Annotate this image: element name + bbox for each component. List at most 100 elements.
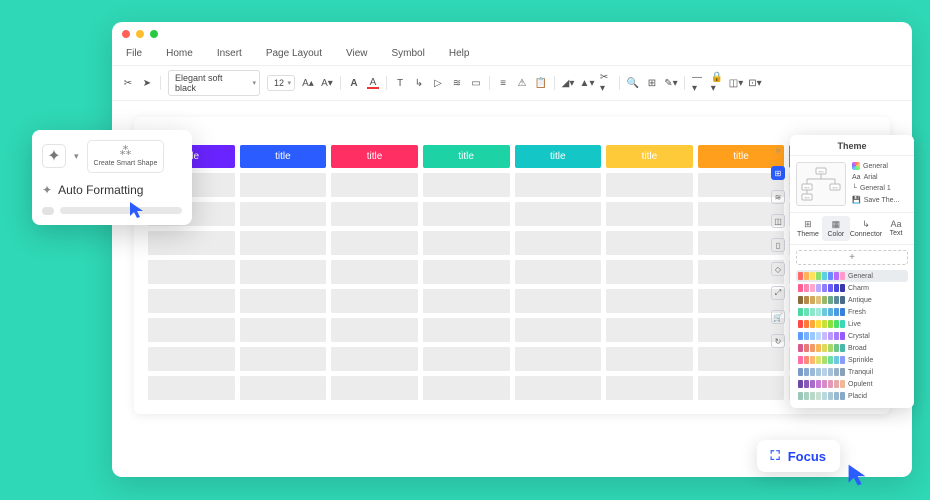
theme-thumbnail[interactable]: texttexttexttext: [796, 162, 846, 206]
crop-icon[interactable]: ✂▾: [600, 77, 612, 89]
grid-cell[interactable]: [606, 318, 693, 342]
minimize-dot[interactable]: [136, 30, 144, 38]
grid-cell[interactable]: [423, 347, 510, 371]
warning-icon[interactable]: ⚠: [516, 77, 528, 89]
grid-cell[interactable]: [423, 231, 510, 255]
text-icon[interactable]: T: [394, 77, 406, 89]
theme-row[interactable]: Live: [796, 318, 908, 330]
grid-cell[interactable]: [606, 202, 693, 226]
column-header[interactable]: title: [240, 145, 327, 168]
grid-cell[interactable]: [423, 260, 510, 284]
grid-cell[interactable]: [331, 376, 418, 400]
font-increase-icon[interactable]: A▴: [302, 77, 314, 89]
grid-cell[interactable]: [331, 260, 418, 284]
theme-row[interactable]: Antique: [796, 294, 908, 306]
grid-cell[interactable]: [515, 202, 602, 226]
grid-cell[interactable]: [423, 202, 510, 226]
grid-cell[interactable]: [148, 347, 235, 371]
grid-cell[interactable]: [148, 376, 235, 400]
grid-cell[interactable]: [240, 289, 327, 313]
auto-format-slider[interactable]: [42, 207, 182, 215]
grid-cell[interactable]: [240, 173, 327, 197]
side-cart-icon[interactable]: 🛒: [771, 310, 785, 324]
side-expand-icon[interactable]: ⤢: [771, 286, 785, 300]
column-header[interactable]: title: [515, 145, 602, 168]
side-history-icon[interactable]: ↻: [771, 334, 785, 348]
menu-symbol[interactable]: Symbol: [392, 48, 425, 59]
bold-icon[interactable]: A: [348, 77, 360, 89]
grid-cell[interactable]: [331, 318, 418, 342]
cursor-icon[interactable]: ➤: [141, 77, 153, 89]
grid-cell[interactable]: [606, 347, 693, 371]
grid-cell[interactable]: [515, 173, 602, 197]
theme-row[interactable]: Placid: [796, 390, 908, 402]
side-page-icon[interactable]: ▯: [771, 238, 785, 252]
maximize-dot[interactable]: [150, 30, 158, 38]
tab-theme[interactable]: ⊞Theme: [794, 216, 822, 241]
theme-row[interactable]: Opulent: [796, 378, 908, 390]
collapse-icon[interactable]: »: [775, 145, 781, 156]
grid-cell[interactable]: [606, 289, 693, 313]
theme-row[interactable]: Charm: [796, 282, 908, 294]
grid-cell[interactable]: [331, 231, 418, 255]
connector-icon[interactable]: ↳: [413, 77, 425, 89]
lock-icon[interactable]: 🔒▾: [711, 77, 723, 89]
theme-row[interactable]: General: [796, 270, 908, 282]
grid-cell[interactable]: [240, 376, 327, 400]
side-layers-icon[interactable]: ≋: [771, 190, 785, 204]
theme-row[interactable]: Sprinkle: [796, 354, 908, 366]
create-smart-shape-button[interactable]: ⁂ Create Smart Shape: [87, 140, 165, 173]
grid-cell[interactable]: [606, 173, 693, 197]
grid-cell[interactable]: [148, 260, 235, 284]
grid-cell[interactable]: [515, 289, 602, 313]
clipboard-icon[interactable]: 📋: [535, 77, 547, 89]
grid-cell[interactable]: [240, 231, 327, 255]
size-select[interactable]: 12: [267, 75, 295, 91]
color-indicator-icon[interactable]: A: [367, 77, 379, 89]
cut-icon[interactable]: ✂: [122, 77, 134, 89]
grid-cell[interactable]: [148, 318, 235, 342]
side-box-icon[interactable]: ◫: [771, 214, 785, 228]
image-icon[interactable]: ▲▾: [581, 77, 593, 89]
shape-icon[interactable]: ▭: [470, 77, 482, 89]
menu-view[interactable]: View: [346, 48, 368, 59]
grid-cell[interactable]: [240, 260, 327, 284]
grid-cell[interactable]: [331, 202, 418, 226]
grid-cell[interactable]: [148, 231, 235, 255]
tab-color[interactable]: ▦Color: [822, 216, 850, 241]
font-select[interactable]: Elegant soft black: [168, 70, 260, 96]
grid-cell[interactable]: [240, 202, 327, 226]
grid-cell[interactable]: [698, 376, 785, 400]
theme-row[interactable]: Fresh: [796, 306, 908, 318]
grid-cell[interactable]: [240, 318, 327, 342]
pointer-icon[interactable]: ▷: [432, 77, 444, 89]
fill-icon[interactable]: ◢▾: [562, 77, 574, 89]
column-header[interactable]: title: [331, 145, 418, 168]
spark-icon[interactable]: ✦: [42, 144, 66, 168]
grid-cell[interactable]: [331, 347, 418, 371]
column-header[interactable]: title: [423, 145, 510, 168]
side-grid-icon[interactable]: ⊞: [771, 166, 785, 180]
layers-icon[interactable]: ≋: [451, 77, 463, 89]
grid-cell[interactable]: [423, 173, 510, 197]
menu-help[interactable]: Help: [449, 48, 470, 59]
grid-cell[interactable]: [515, 376, 602, 400]
align-icon[interactable]: ≡: [497, 77, 509, 89]
grid-cell[interactable]: [606, 260, 693, 284]
grid-cell[interactable]: [515, 260, 602, 284]
theme-row[interactable]: Tranquil: [796, 366, 908, 378]
theme-row[interactable]: Broad: [796, 342, 908, 354]
column-header[interactable]: title: [606, 145, 693, 168]
tab-connector[interactable]: ↳Connector: [850, 216, 882, 241]
grid-cell[interactable]: [515, 231, 602, 255]
search-icon[interactable]: 🔍: [627, 77, 639, 89]
menu-home[interactable]: Home: [166, 48, 193, 59]
close-dot[interactable]: [122, 30, 130, 38]
menu-page-layout[interactable]: Page Layout: [266, 48, 322, 59]
group-icon[interactable]: ◫▾: [730, 77, 742, 89]
grid-icon[interactable]: ⊞: [646, 77, 658, 89]
theme-row[interactable]: Crystal: [796, 330, 908, 342]
line-style-icon[interactable]: —▾: [692, 77, 704, 89]
dropdown-icon[interactable]: ▾: [74, 151, 79, 162]
edit-icon[interactable]: ✎▾: [665, 77, 677, 89]
